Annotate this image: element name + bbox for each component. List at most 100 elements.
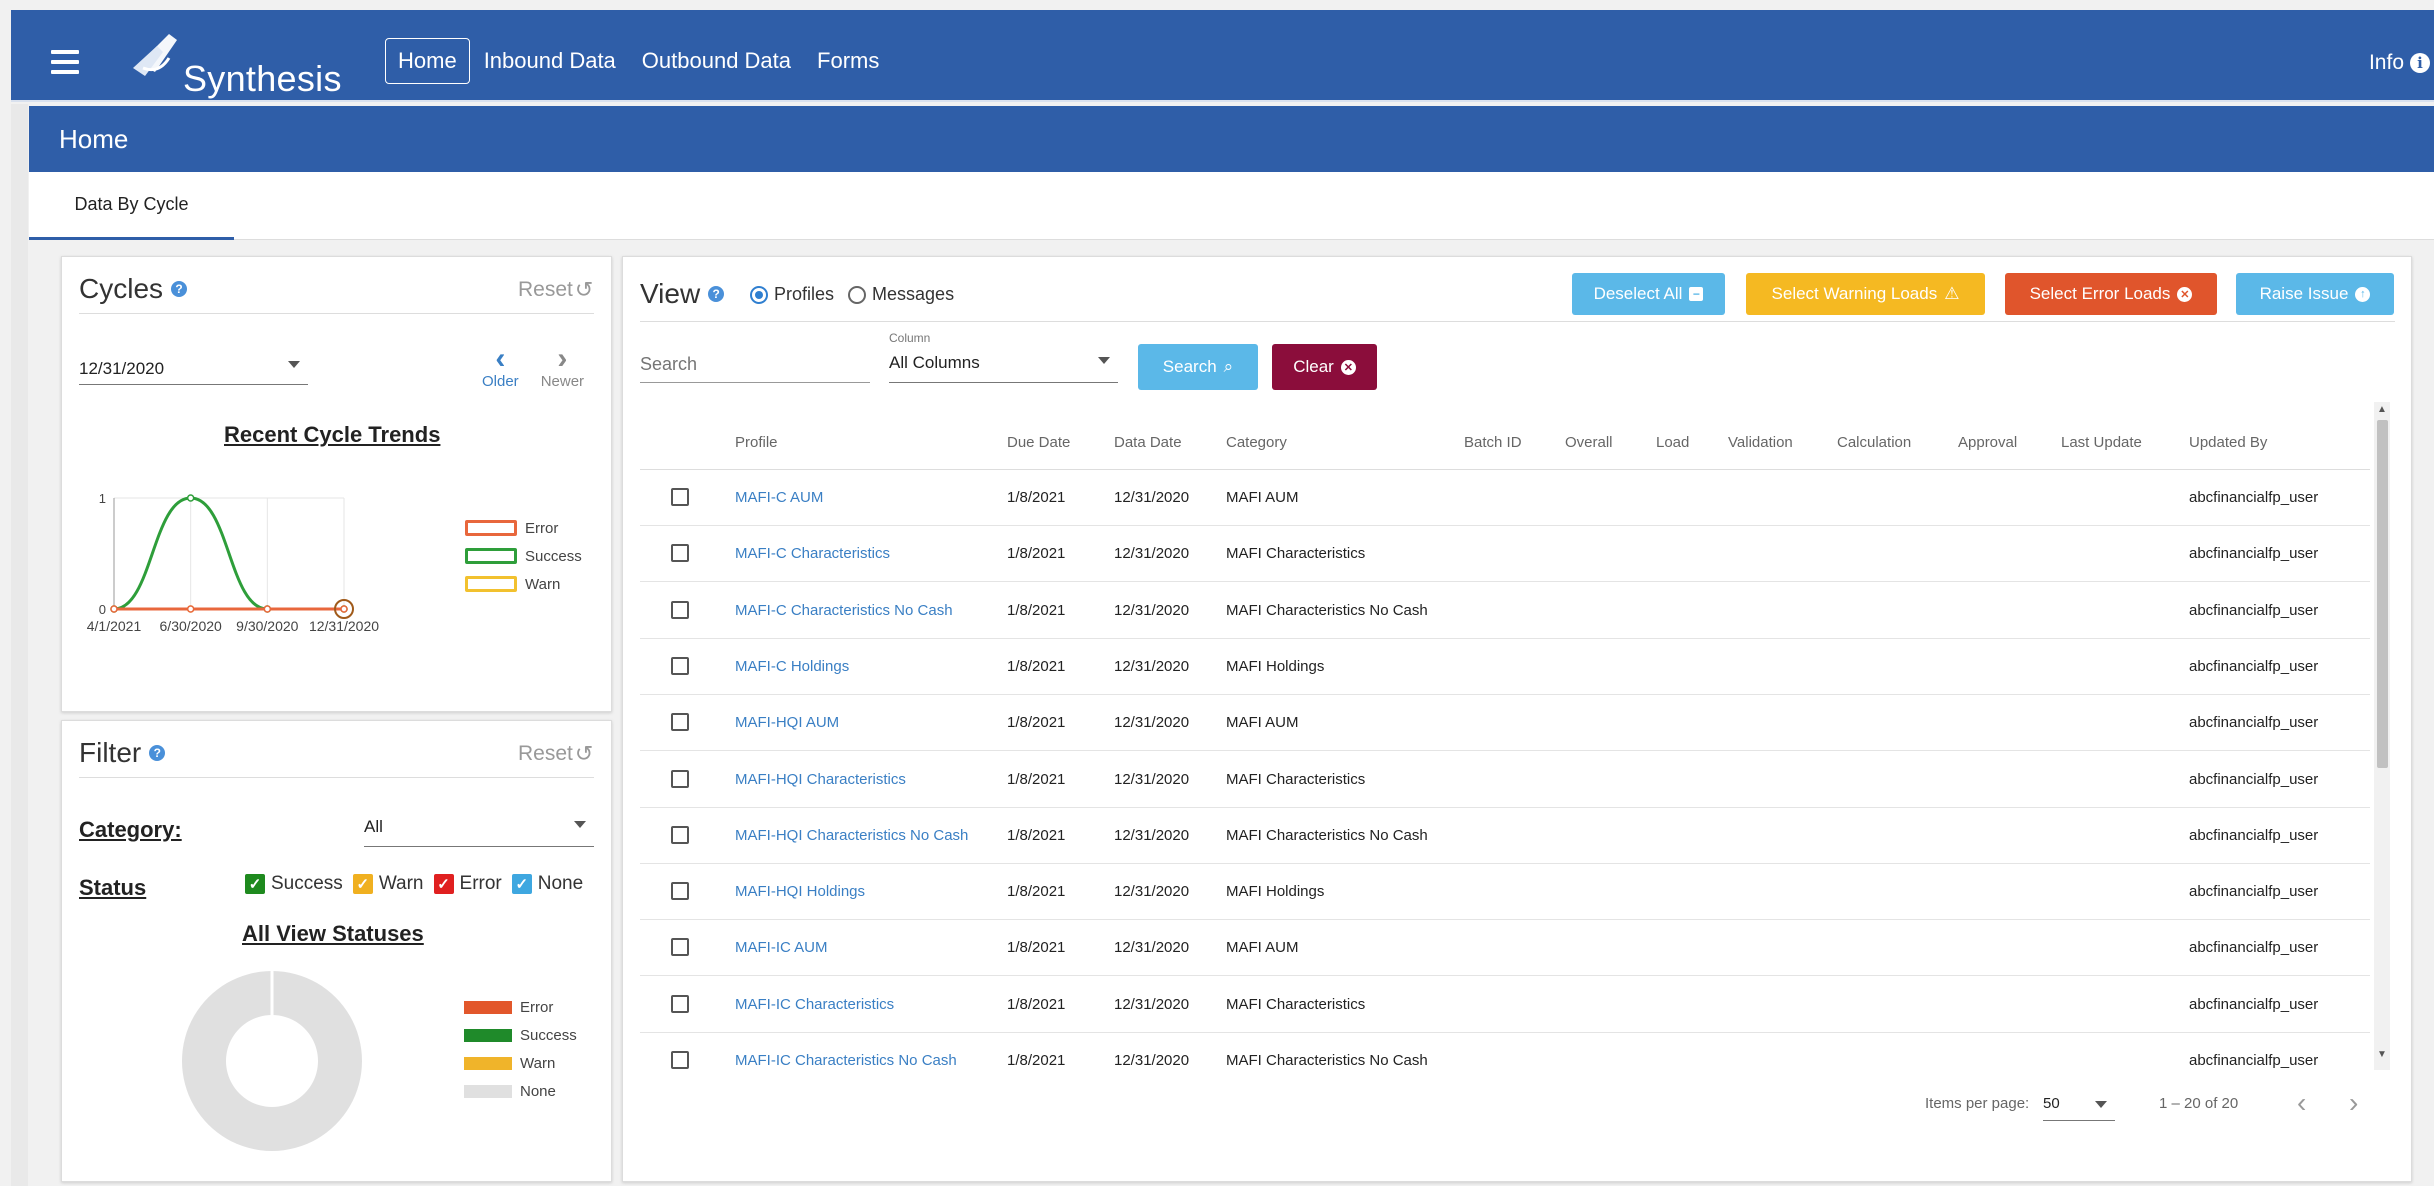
data-date-cell: 12/31/2020 [1114,657,1190,675]
col-validation[interactable]: Validation [1728,434,1793,451]
cycles-title: Cycles ? [79,273,188,305]
filter-reset-button[interactable]: Reset ↺ [518,741,593,767]
help-icon[interactable]: ? [171,281,188,297]
row-checkbox[interactable] [671,488,689,506]
row-checkbox[interactable] [671,938,689,957]
nav-outbound-data[interactable]: Outbound Data [630,39,803,83]
table-row[interactable]: MAFI-HQI Characteristics 1/8/2021 12/31/20… [640,752,2370,808]
table-row[interactable]: MAFI-C Holdings 1/8/2021 12/31/2020 MAFI Ho… [640,639,2370,695]
table-row[interactable]: MAFI-HQI Holdings 1/8/2021 12/31/2020 MAFI … [640,864,2370,921]
filter-title: Filter ? [79,737,166,769]
table-row[interactable]: MAFI-IC Characteristics No Cash 1/8/2021 1… [640,1033,2370,1069]
raise-issue-button[interactable]: Raise Issue ↑ [2236,273,2394,315]
col-updated-by[interactable]: Updated By [2189,434,2267,451]
row-checkbox[interactable] [671,656,689,675]
prev-page-icon[interactable]: ‹ [2297,1087,2306,1119]
row-checkbox[interactable] [671,1051,689,1069]
col-due-date[interactable]: Due Date [1007,434,1070,451]
due-date-cell: 1/8/2021 [1007,1052,1066,1069]
row-checkbox[interactable] [671,994,689,1013]
row-checkbox[interactable] [671,825,689,844]
table-row[interactable]: MAFI-IC AUM 1/8/2021 12/31/2020 MAFI AUM abc… [640,920,2370,977]
cycle-select[interactable]: 12/31/2020 [79,353,308,385]
status-checks: ✓ Success ✓ Warn ✓ Error ✓ None [245,873,583,895]
row-checkbox[interactable] [671,882,689,901]
col-load[interactable]: Load [1656,434,1689,451]
status-none-checkbox[interactable]: ✓ None [511,873,583,895]
scroll-down-icon[interactable]: ▼ [2377,1049,2387,1060]
clear-button[interactable]: Clear ✕ [1272,344,1377,390]
profile-link[interactable]: MAFI-IC Characteristics No Cash [735,1052,957,1069]
nav-home[interactable]: Home [385,38,470,84]
data-date-cell: 12/31/2020 [1114,489,1190,506]
cycles-reset-button[interactable]: Reset ↺ [518,277,593,303]
select-warning-loads-button[interactable]: Select Warning Loads ⚠ [1746,273,1985,315]
newer-button[interactable]: › Newer [541,342,584,391]
minus-square-icon: − [1689,287,1704,301]
col-overall[interactable]: Overall [1565,434,1613,451]
next-page-icon[interactable]: › [2349,1087,2358,1119]
row-checkbox[interactable] [671,769,689,788]
updated-by-cell: abcfinancialfp_user [2189,1052,2319,1069]
older-button[interactable]: ‹ Older [482,344,519,391]
col-category[interactable]: Category [1226,434,1287,451]
search-button[interactable]: Search ⌕ [1138,344,1258,390]
table-row[interactable]: MAFI-HQI AUM 1/8/2021 12/31/2020 MAFI AUM ab… [640,695,2370,752]
profile-link[interactable]: MAFI-C AUM [735,489,823,506]
profile-link[interactable]: MAFI-HQI AUM [735,714,839,731]
search-input[interactable] [640,347,870,383]
status-success-checkbox[interactable]: ✓ Success [245,873,343,895]
category-select[interactable]: All [364,813,594,847]
table-row[interactable]: MAFI-HQI Characteristics No Cash 1/8/2021… [640,808,2370,864]
select-error-loads-button[interactable]: Select Error Loads ✕ [2005,273,2217,315]
column-select[interactable]: All Columns [889,349,1118,383]
category-cell: MAFI Characteristics No Cash [1226,826,1428,844]
profile-link[interactable]: MAFI-HQI Characteristics No Cash [735,827,968,844]
col-approval[interactable]: Approval [1958,434,2017,451]
tab-data-by-cycle[interactable]: Data By Cycle [29,172,234,240]
row-checkbox[interactable] [671,713,689,732]
col-last-update[interactable]: Last Update [2061,434,2142,451]
table-row[interactable]: MAFI-C AUM 1/8/2021 12/31/2020 MAFI AUM abcf… [640,470,2370,526]
chevron-right-icon: › [557,342,568,375]
items-per-page-select[interactable]: 50 [2043,1091,2115,1121]
status-error-checkbox[interactable]: ✓ Error [433,873,502,895]
info-button[interactable]: Info i [2369,51,2430,75]
legend-item: Success [464,1021,577,1049]
deselect-all-button[interactable]: Deselect All − [1572,273,1725,315]
col-batch-id[interactable]: Batch ID [1464,434,1522,451]
help-icon[interactable]: ? [149,745,166,761]
scrollbar-thumb[interactable] [2377,420,2388,768]
profile-link[interactable]: MAFI-IC Characteristics [735,996,894,1013]
info-label: Info [2368,51,2404,74]
col-profile[interactable]: Profile [735,434,778,451]
legend-swatch [464,1000,512,1014]
table-row[interactable]: MAFI-IC Characteristics 1/8/2021 12/31/202… [640,977,2370,1033]
row-checkbox[interactable] [671,600,689,619]
profile-link[interactable]: MAFI-HQI Holdings [735,883,865,900]
profile-link[interactable]: MAFI-IC AUM [735,939,828,956]
col-calculation[interactable]: Calculation [1837,434,1911,451]
col-data-date[interactable]: Data Date [1114,434,1182,451]
radio-messages[interactable]: Messages [848,284,954,305]
chevron-down-icon [288,361,300,368]
scroll-up-icon[interactable]: ▲ [2377,404,2387,415]
help-icon[interactable]: ? [708,286,725,302]
menu-icon[interactable] [51,50,79,74]
row-checkbox[interactable] [671,544,689,563]
app-logo[interactable]: Synthesis [129,28,349,99]
profile-link[interactable]: MAFI-HQI Characteristics [735,771,906,788]
status-warn-checkbox[interactable]: ✓ Warn [352,873,424,895]
nav-inbound-data[interactable]: Inbound Data [472,39,628,83]
table-row[interactable]: MAFI-C Characteristics No Cash 1/8/2021 12… [640,583,2370,639]
profile-link[interactable]: MAFI-C Characteristics No Cash [735,602,953,619]
nav-forms[interactable]: Forms [805,39,891,83]
clear-button-label: Clear [1293,357,1334,376]
table-row[interactable]: MAFI-C Characteristics 1/8/2021 12/31/2020… [640,526,2370,583]
chevron-down-icon [1098,357,1110,364]
profile-link[interactable]: MAFI-C Holdings [735,658,849,675]
radio-profiles[interactable]: Profiles [750,284,834,305]
profile-link[interactable]: MAFI-C Characteristics [735,545,890,562]
check-icon: ✓ [245,874,265,894]
reset-label: Reset [518,742,573,765]
